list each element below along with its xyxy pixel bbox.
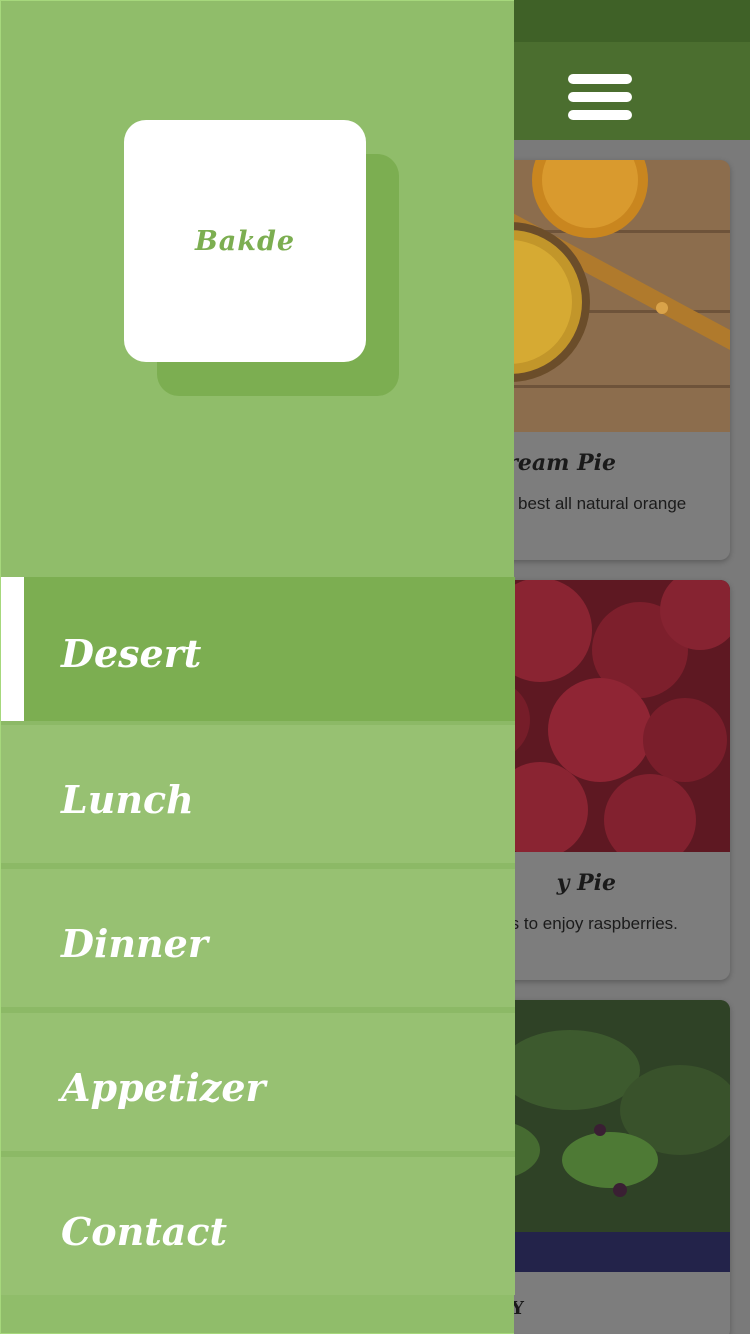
menu-item-desert[interactable]: Desert bbox=[1, 577, 515, 721]
menu-item-label: Lunch bbox=[61, 777, 194, 822]
hamburger-icon[interactable] bbox=[568, 74, 632, 120]
hamburger-line bbox=[568, 74, 632, 84]
menu-item-lunch[interactable]: Lunch bbox=[1, 725, 515, 863]
menu-item-label: Desert bbox=[61, 631, 202, 676]
menu-item-label: Contact bbox=[61, 1209, 228, 1254]
menu-item-appetizer[interactable]: Appetizer bbox=[1, 1013, 515, 1151]
app-logo[interactable]: Bakde bbox=[124, 120, 366, 362]
menu-item-label: Appetizer bbox=[61, 1065, 266, 1110]
menu-item-label: Dinner bbox=[61, 921, 208, 966]
navigation-drawer: Bakde Desert Lunch Dinner Appetizer Cont… bbox=[0, 0, 515, 1334]
logo-text: Bakde bbox=[194, 225, 296, 257]
hamburger-line bbox=[568, 92, 632, 102]
menu-item-dinner[interactable]: Dinner bbox=[1, 869, 515, 1007]
active-indicator bbox=[1, 577, 24, 721]
hamburger-line bbox=[568, 110, 632, 120]
menu-item-contact[interactable]: Contact bbox=[1, 1157, 515, 1295]
